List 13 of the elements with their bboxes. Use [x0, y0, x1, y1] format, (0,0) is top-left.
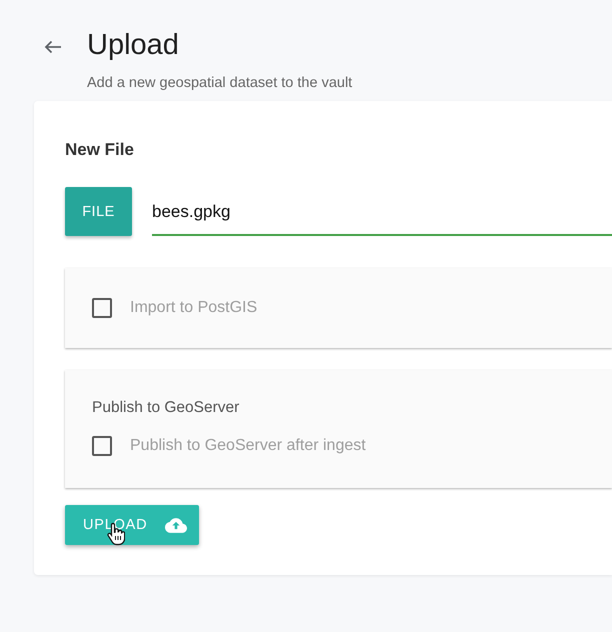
- cloud-upload-icon: [165, 518, 188, 532]
- panel-title: Publish to GeoServer: [92, 399, 240, 417]
- form-heading: New File: [65, 139, 135, 161]
- file-name-field[interactable]: bees.gpkg: [152, 187, 612, 236]
- checkbox-label[interactable]: Import to PostGIS: [130, 298, 258, 318]
- page-title: Upload: [87, 28, 180, 62]
- checkbox[interactable]: [92, 436, 112, 456]
- upload-button[interactable]: UPLOAD: [65, 505, 199, 545]
- checkbox[interactable]: [92, 298, 112, 318]
- back-arrow-icon[interactable]: [44, 40, 62, 54]
- file-button[interactable]: FILE: [65, 187, 132, 236]
- page-subtitle: Add a new geospatial dataset to the vault: [87, 74, 352, 92]
- checkbox-label[interactable]: Publish to GeoServer after ingest: [130, 436, 366, 456]
